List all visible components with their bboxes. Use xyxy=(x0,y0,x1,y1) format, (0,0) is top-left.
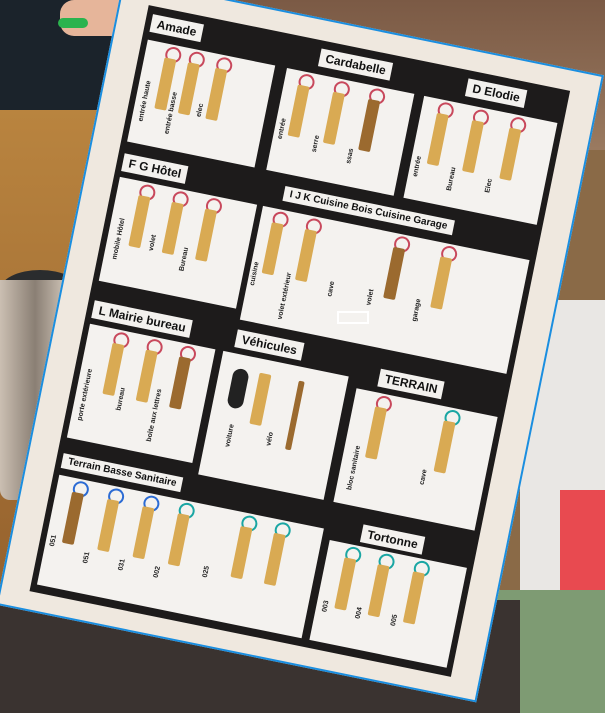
key-tag xyxy=(383,246,406,301)
key-tag xyxy=(294,228,318,283)
key-tag xyxy=(430,256,453,310)
slot-label: bloc sanitaire xyxy=(346,445,363,491)
slot-label: ssas xyxy=(345,147,356,165)
key-tag xyxy=(322,91,345,145)
slots-panel: mobile Hôtel volet Bureau xyxy=(98,176,258,309)
key-tag xyxy=(97,498,120,553)
slot-label: cave xyxy=(326,280,337,298)
slot-label: 002 xyxy=(152,565,162,579)
slot-label: entrée xyxy=(276,117,288,140)
slots-panel: entrée haute entrée basse elec xyxy=(127,39,276,168)
slots-panel: entrée Bureau Elec xyxy=(403,95,558,225)
key-tag xyxy=(194,208,218,262)
key-board: Amade entrée haute entrée basse elec Car… xyxy=(29,5,571,677)
long-key xyxy=(284,380,305,451)
key-tag xyxy=(261,222,284,276)
slot-label: Bureau xyxy=(445,166,458,192)
section-terrain: TERRAIN bloc sanitaire cave xyxy=(333,365,502,531)
slot-label: Elec xyxy=(484,178,494,194)
key-tag xyxy=(263,532,286,587)
slot-label: 051 xyxy=(82,551,92,565)
key-tag xyxy=(433,420,456,474)
slot-label: serre xyxy=(310,134,322,153)
key-tag xyxy=(205,67,228,122)
key-tag xyxy=(167,513,190,567)
key-tag xyxy=(358,98,381,153)
key-tag xyxy=(249,372,272,426)
slot-label: cuisine xyxy=(248,261,261,287)
slot-label: bureau xyxy=(115,387,127,412)
slot-label: Bureau xyxy=(178,246,191,272)
key-tag xyxy=(128,194,151,249)
slot-label: 051 xyxy=(48,534,59,548)
slot-label: 025 xyxy=(201,565,211,579)
key-tag xyxy=(461,119,485,174)
section-amade: Amade entrée haute entrée basse elec xyxy=(127,14,280,168)
key-tag xyxy=(367,564,390,618)
slots-panel: 051 051 031 002 025 xyxy=(36,474,324,639)
key-tag xyxy=(402,571,425,625)
slot-label: volet extérieur xyxy=(276,271,294,321)
slot-label: elec xyxy=(195,102,206,118)
slot-label: porte extérieure xyxy=(76,368,94,422)
key-tag xyxy=(426,112,449,167)
slot-label: 031 xyxy=(117,558,127,572)
key-tag xyxy=(161,201,184,256)
slot-label: entrée xyxy=(411,155,423,178)
key-tag xyxy=(499,127,522,181)
slot-label: 003 xyxy=(321,599,331,613)
section-label: D Elodie xyxy=(464,78,528,108)
section-vehicules: Véhicules voiture vélo xyxy=(198,327,353,500)
selection-marker xyxy=(337,311,369,324)
slots-panel: 003 004 005 xyxy=(309,539,467,668)
slot-label: vélo xyxy=(265,431,275,447)
slot-label: cave xyxy=(418,468,429,486)
slot-label: entrée haute xyxy=(137,80,153,123)
slot-label: garage xyxy=(411,298,423,323)
green-bracelet xyxy=(58,18,88,28)
slot-label: volet xyxy=(147,234,158,252)
slot-label: 004 xyxy=(354,606,364,620)
key-tag xyxy=(230,525,253,580)
key-tag xyxy=(168,356,192,410)
section-d-elodie: D Elodie entrée Bureau Elec xyxy=(403,70,562,225)
section-label: Amade xyxy=(149,14,204,43)
key-tag xyxy=(287,84,310,138)
section-mairie: L Mairie bureau porte extérieure bureau … xyxy=(66,300,220,464)
section-cardabelle: Cardabelle entrée serre ssas xyxy=(266,42,419,196)
section-fg-hotel: F G Hôtel mobile Hôtel volet Bureau xyxy=(98,153,262,309)
slots-panel: entrée serre ssas xyxy=(266,67,415,196)
slot-label: volet xyxy=(365,288,376,307)
section-tortonne: Tortonne 003 004 005 xyxy=(309,518,471,668)
slot-label: 005 xyxy=(389,613,400,627)
slot-label: mobile Hôtel xyxy=(111,217,127,261)
key-tag xyxy=(334,557,357,611)
slots-panel: porte extérieure bureau boîte aux lettre… xyxy=(66,323,216,464)
slot-label: voiture xyxy=(224,423,236,448)
slots-panel: bloc sanitaire cave xyxy=(333,388,498,531)
key-tag xyxy=(364,406,388,460)
car-key xyxy=(226,367,250,410)
key-tag xyxy=(132,505,155,560)
slots-panel: voiture vélo xyxy=(198,350,349,500)
key-tag xyxy=(61,491,84,545)
